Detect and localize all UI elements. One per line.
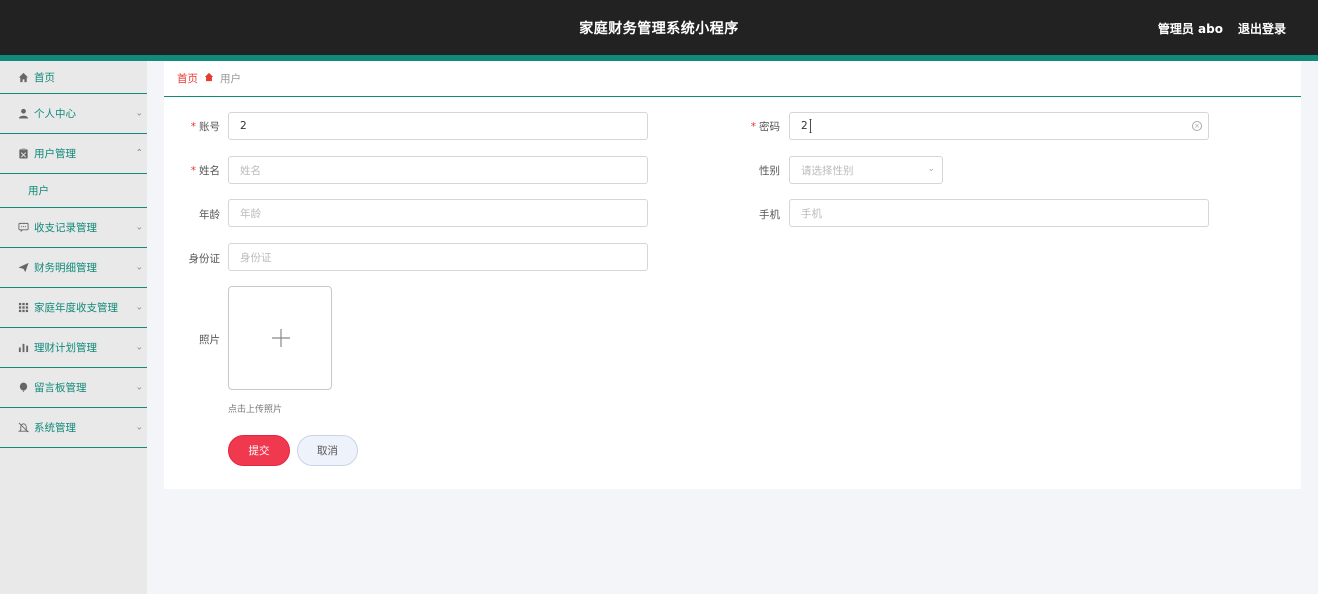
chevron-down-icon: ⌄: [135, 422, 143, 432]
upload-hint: 点击上传照片: [228, 405, 283, 415]
sidebar-item-finance-detail[interactable]: 财务明细管理 ⌄: [0, 248, 147, 288]
sidebar-item-profile[interactable]: 个人中心 ⌄: [0, 94, 147, 134]
name-input[interactable]: 姓名: [228, 156, 648, 184]
photo-label: 照片: [199, 334, 220, 346]
sidebar: 首页 个人中心 ⌄ 用户管理 ⌃ 用户 收支记录管理 ⌄ 财务明细管理 ⌄ 家庭…: [0, 61, 147, 594]
grid-icon: [17, 302, 29, 314]
sidebar-item-income-expense[interactable]: 收支记录管理 ⌄: [0, 208, 147, 248]
sidebar-item-label: 用户: [28, 185, 49, 197]
submit-button[interactable]: 提交: [228, 435, 290, 466]
chevron-down-icon: ⌄: [135, 222, 143, 232]
gender-select[interactable]: 请选择性别 ⌄: [789, 156, 943, 184]
logout-button[interactable]: 退出登录: [1238, 20, 1286, 37]
chevron-down-icon: ⌄: [927, 164, 935, 174]
app-title: 家庭财务管理系统小程序: [579, 21, 739, 37]
send-icon: [17, 262, 29, 274]
user-icon: [17, 108, 29, 120]
sidebar-item-label: 家庭年度收支管理: [34, 302, 118, 314]
cancel-button[interactable]: 取消: [297, 435, 358, 466]
chevron-down-icon: ⌄: [135, 382, 143, 392]
breadcrumb-home-link[interactable]: 首页: [177, 71, 198, 86]
sidebar-item-label: 首页: [34, 71, 55, 84]
sidebar-item-label: 留言板管理: [34, 382, 87, 394]
clear-icon[interactable]: ×: [1192, 121, 1202, 131]
sidebar-item-home[interactable]: 首页: [0, 61, 147, 94]
text-cursor-icon: [809, 119, 812, 133]
age-input[interactable]: 年龄: [228, 199, 648, 227]
sidebar-item-label: 个人中心: [34, 108, 76, 120]
account-input[interactable]: 2: [228, 112, 648, 140]
sidebar-item-finance-plan[interactable]: 理财计划管理 ⌄: [0, 328, 147, 368]
chat-icon: [17, 222, 29, 234]
sidebar-item-annual[interactable]: 家庭年度收支管理 ⌄: [0, 288, 147, 328]
sidebar-item-label: 系统管理: [34, 422, 76, 434]
home-icon: [17, 71, 29, 83]
sidebar-item-user-management[interactable]: 用户管理 ⌃: [0, 134, 147, 174]
sidebar-subitem-user[interactable]: 用户: [0, 174, 147, 208]
phone-input[interactable]: 手机: [789, 199, 1209, 227]
chevron-down-icon: ⌄: [135, 108, 143, 118]
account-label: * 账号: [190, 121, 220, 133]
chevron-up-icon: ⌃: [135, 148, 143, 158]
password-label: * 密码: [750, 121, 780, 133]
chevron-down-icon: ⌄: [135, 302, 143, 312]
sidebar-item-label: 收支记录管理: [34, 222, 97, 234]
name-label: * 姓名: [190, 165, 220, 177]
breadcrumb: 首页 用户: [164, 61, 1301, 97]
idcard-label: 身份证: [188, 253, 221, 265]
users-icon: [17, 148, 29, 160]
sidebar-item-label: 财务明细管理: [34, 262, 97, 274]
plus-icon: [272, 329, 290, 347]
chevron-down-icon: ⌄: [135, 262, 143, 272]
home-icon: [204, 72, 214, 85]
sidebar-item-message-board[interactable]: 留言板管理 ⌄: [0, 368, 147, 408]
age-label: 年龄: [199, 209, 220, 221]
bar-chart-icon: [17, 342, 29, 354]
sidebar-item-label: 用户管理: [34, 148, 76, 160]
admin-user-label: 管理员 abo: [1157, 22, 1223, 36]
chevron-down-icon: ⌄: [135, 342, 143, 352]
sidebar-item-system[interactable]: 系统管理 ⌄: [0, 408, 147, 448]
sidebar-item-label: 理财计划管理: [34, 342, 97, 354]
balloon-icon: [17, 382, 29, 394]
photo-upload[interactable]: [228, 286, 332, 390]
top-bar: 家庭财务管理系统小程序 管理员 abo 退出登录: [0, 0, 1318, 55]
idcard-input[interactable]: 身份证: [228, 243, 648, 271]
phone-label: 手机: [759, 209, 780, 221]
bell-off-icon: [17, 422, 29, 434]
password-input[interactable]: 2 ×: [789, 112, 1209, 140]
breadcrumb-current: 用户: [220, 73, 241, 85]
gender-label: 性别: [759, 165, 780, 177]
